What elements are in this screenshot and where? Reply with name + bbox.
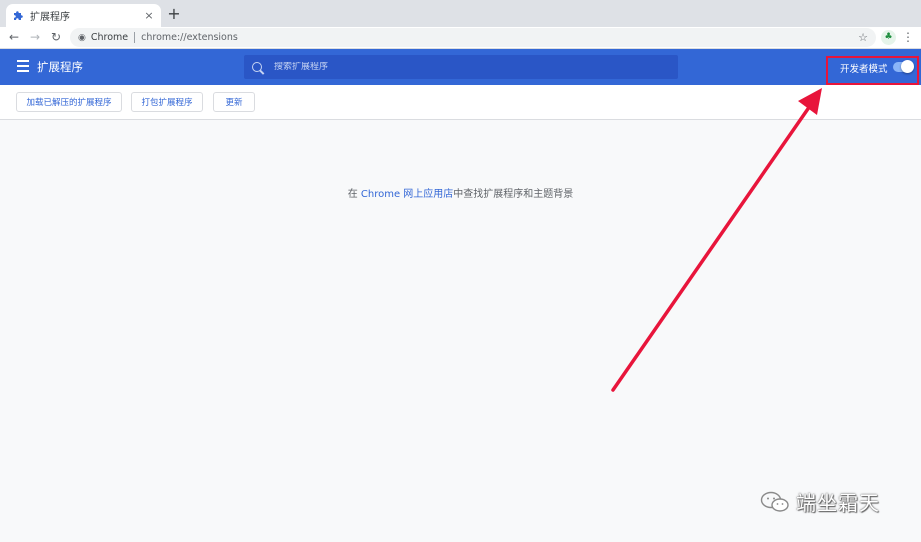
bookmark-star-icon[interactable]: ☆	[858, 31, 868, 44]
reload-icon[interactable]: ↻	[48, 29, 64, 45]
message-prefix: 在	[347, 189, 358, 200]
tab-close-icon[interactable]: ×	[143, 9, 155, 22]
tab-extensions[interactable]: 扩展程序 ×	[6, 4, 161, 27]
watermark-text: 端坐霜天	[796, 491, 880, 515]
watermark: 端坐霜天	[760, 487, 880, 516]
url-text: chrome://extensions	[141, 32, 238, 43]
hamburger-menu-icon[interactable]	[17, 60, 29, 74]
search-input[interactable]	[274, 62, 654, 72]
profile-avatar-icon[interactable]: ♣	[881, 30, 896, 45]
wechat-icon	[760, 491, 789, 512]
site-label: Chrome	[90, 32, 129, 43]
tab-title: 扩展程序	[30, 12, 70, 23]
load-unpacked-button[interactable]: 加载已解压的扩展程序	[16, 92, 122, 112]
annotation-highlight-box	[826, 56, 919, 85]
puzzle-icon	[14, 10, 23, 20]
arrow-shaft	[611, 101, 814, 392]
browser-toolbar: ← → ↻ ◉ Chrome chrome://extensions ☆ ♣ ⋮	[0, 27, 921, 49]
search-bar[interactable]	[244, 55, 678, 79]
browser-menu-icon[interactable]: ⋮	[902, 29, 914, 45]
extensions-action-bar: 加载已解压的扩展程序 打包扩展程序 更新	[0, 85, 921, 120]
extensions-header: 扩展程序 开发者模式	[0, 49, 921, 85]
forward-icon[interactable]: →	[27, 29, 43, 45]
tab-strip: 扩展程序 × +	[0, 0, 921, 27]
omnibox-divider	[134, 32, 136, 43]
page-title: 扩展程序	[37, 60, 83, 74]
update-button[interactable]: 更新	[213, 92, 255, 112]
pack-extension-button[interactable]: 打包扩展程序	[131, 92, 203, 112]
new-tab-button[interactable]: +	[166, 5, 182, 23]
empty-state-message: 在 Chrome 网上应用店中查找扩展程序和主题背景	[0, 185, 921, 200]
back-icon[interactable]: ←	[6, 29, 22, 45]
search-icon	[252, 62, 262, 72]
chrome-icon: ◉	[78, 32, 86, 43]
web-store-link[interactable]: Chrome 网上应用店	[361, 189, 453, 200]
message-suffix: 中查找扩展程序和主题背景	[453, 189, 574, 200]
address-bar[interactable]: ◉ Chrome chrome://extensions ☆	[70, 28, 876, 47]
